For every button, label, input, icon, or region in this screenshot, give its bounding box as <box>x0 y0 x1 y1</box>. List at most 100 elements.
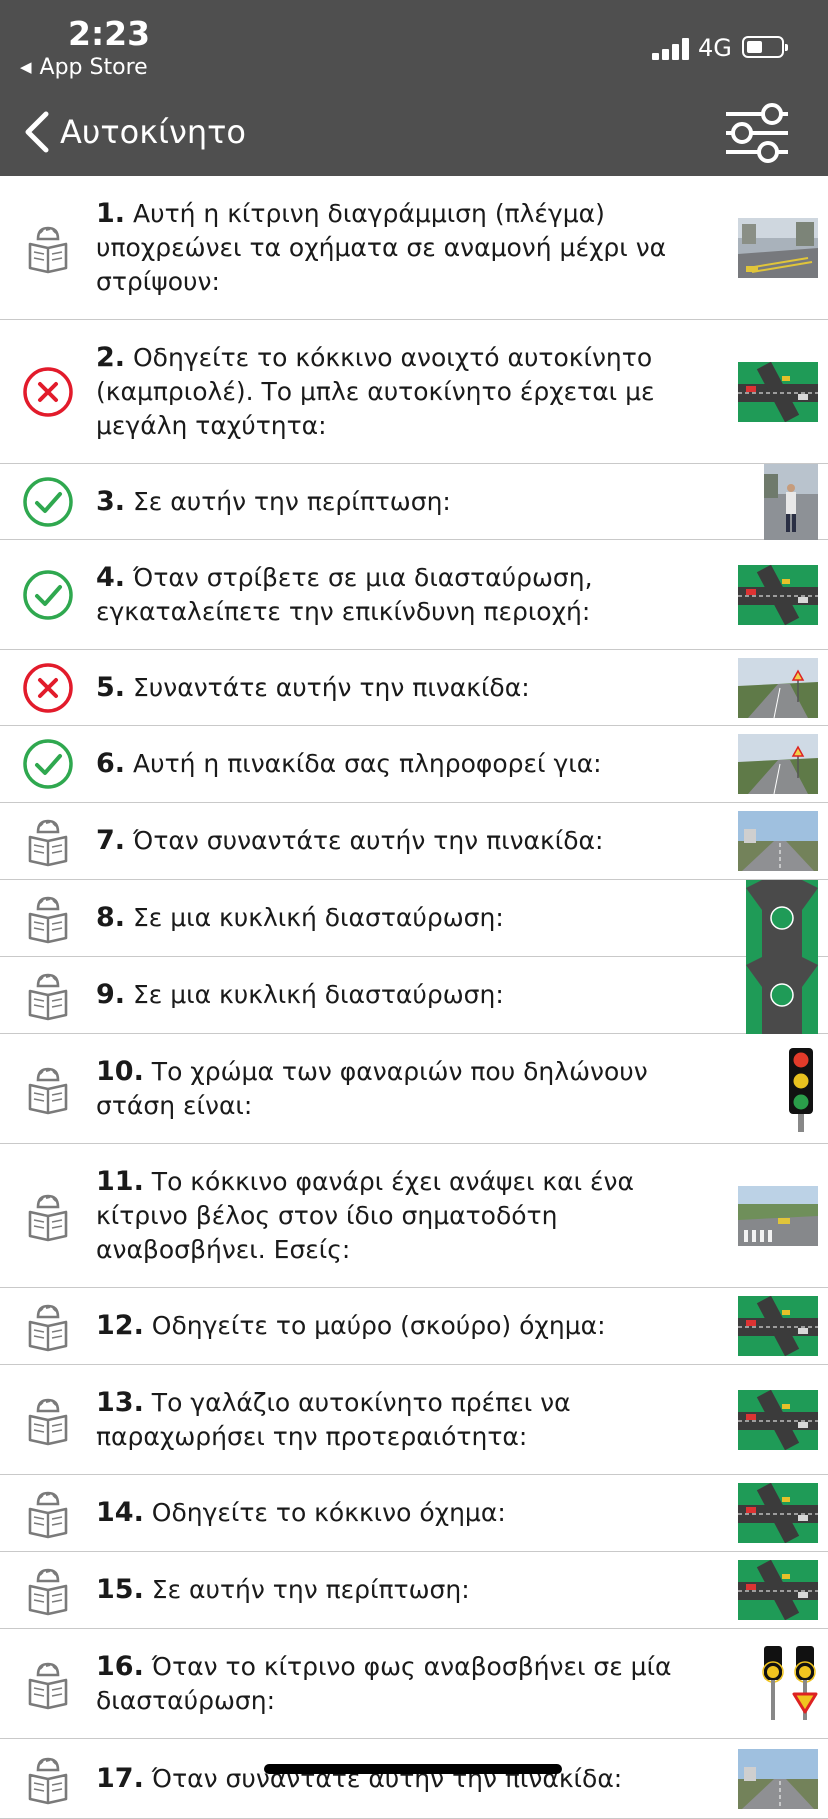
question-row[interactable]: 17. Όταν συναντάτε αυτήν την πινακίδα: <box>0 1739 828 1819</box>
question-row[interactable]: 2. Οδηγείτε το κόκκινο ανοιχτό αυτοκίνητ… <box>0 320 828 464</box>
question-text: 15. Σε αυτήν την περίπτωση: <box>96 1573 716 1607</box>
question-body: Σε μια κυκλική διασταύρωση: <box>133 980 504 1009</box>
intersection-diagram-thumbnail <box>738 564 818 625</box>
question-body: Σε αυτήν την περίπτωση: <box>133 486 451 516</box>
question-row[interactable]: 7. Όταν συναντάτε αυτήν την πινακίδα: <box>0 803 828 880</box>
question-row[interactable]: 1. Αυτή η κίτρινη διαγράμμιση (πλέγμα) υ… <box>0 176 828 320</box>
question-body: Οδηγείτε το κόκκινο όχημα: <box>151 1498 506 1527</box>
question-body: Σε αυτήν την περίπτωση: <box>151 1575 470 1604</box>
question-text: 10. Το χρώμα των φαναριών που δηλώνουν σ… <box>96 1055 716 1123</box>
question-text: 8. Σε μια κυκλική διασταύρωση: <box>96 901 716 935</box>
question-number: 16. <box>96 1650 144 1682</box>
question-number: 10. <box>96 1055 144 1087</box>
question-body: Αυτή η κίτρινη διαγράμμιση (πλέγμα) υποχ… <box>96 198 667 296</box>
intersection-diagram-thumbnail <box>738 1559 818 1621</box>
question-number: 14. <box>96 1497 144 1528</box>
correct-check-icon <box>22 738 74 790</box>
status-time: 2:23 <box>68 14 151 53</box>
home-indicator <box>264 1764 562 1774</box>
wrong-x-icon <box>22 366 74 418</box>
question-row[interactable]: 12. Οδηγείτε το μαύρο (σκούρο) όχημα: <box>0 1288 828 1365</box>
question-body: Οδηγείτε το μαύρο (σκούρο) όχημα: <box>151 1311 606 1340</box>
question-row[interactable]: 5. Συναντάτε αυτήν την πινακίδα: <box>0 650 828 726</box>
question-body: Οδηγείτε το κόκκινο ανοιχτό αυτοκίνητο (… <box>96 342 655 440</box>
wrong-x-icon <box>22 662 74 714</box>
question-row[interactable]: 15. Σε αυτήν την περίπτωση: <box>0 1552 828 1629</box>
question-text: 13. Το γαλάζιο αυτοκίνητο πρέπει να παρα… <box>96 1386 716 1454</box>
road-photo-thumbnail <box>738 1748 818 1809</box>
reading-person-icon <box>22 892 74 944</box>
back-app-label: App Store <box>39 55 148 80</box>
reading-person-icon <box>22 1564 74 1616</box>
cellular-signal-icon <box>652 38 692 60</box>
question-text: 2. Οδηγείτε το κόκκινο ανοιχτό αυτοκίνητ… <box>96 341 716 443</box>
reading-person-icon <box>22 1300 74 1352</box>
question-number: 13. <box>96 1386 144 1418</box>
question-number: 5. <box>96 671 126 703</box>
road-photo-thumbnail <box>738 811 818 871</box>
flashing-lights-icon-thumbnail <box>758 1644 818 1724</box>
intersection-diagram-thumbnail <box>738 1295 818 1357</box>
question-row[interactable]: 9. Σε μια κυκλική διασταύρωση: <box>0 956 828 1034</box>
question-row[interactable]: 14. Οδηγείτε το κόκκινο όχημα: <box>0 1475 828 1552</box>
road-sign-photo-thumbnail <box>738 734 818 795</box>
intersection-diagram-thumbnail <box>738 1482 818 1544</box>
chevron-left-icon[interactable] <box>22 110 54 154</box>
back-to-app-link[interactable]: ◀ App Store <box>20 55 148 80</box>
battery-icon <box>742 36 788 58</box>
intersection-diagram-thumbnail <box>738 1389 818 1450</box>
intersection-diagram-thumbnail <box>738 361 818 422</box>
question-number: 4. <box>96 561 126 593</box>
question-text: 12. Οδηγείτε το μαύρο (σκούρο) όχημα: <box>96 1309 716 1343</box>
question-body: Σε μια κυκλική διασταύρωση: <box>133 903 504 932</box>
question-number: 11. <box>96 1165 144 1197</box>
question-number: 6. <box>96 748 126 779</box>
question-text: 16. Όταν το κίτρινο φως αναβοσβήνει σε μ… <box>96 1650 716 1718</box>
filter-sliders-icon[interactable] <box>722 100 792 166</box>
question-body: Το γαλάζιο αυτοκίνητο πρέπει να παραχωρή… <box>96 1387 571 1451</box>
correct-check-icon <box>22 476 74 528</box>
question-number: 3. <box>96 485 126 517</box>
question-body: Όταν στρίβετε σε μια διασταύρωση, εγκατα… <box>96 562 593 626</box>
reading-person-icon <box>22 1753 74 1805</box>
question-row[interactable]: 11. Το κόκκινο φανάρι έχει ανάψει και έν… <box>0 1144 828 1288</box>
question-text: 11. Το κόκκινο φανάρι έχει ανάψει και έν… <box>96 1165 716 1267</box>
reading-person-icon <box>22 1658 74 1710</box>
question-number: 9. <box>96 979 126 1010</box>
question-row[interactable]: 13. Το γαλάζιο αυτοκίνητο πρέπει να παρα… <box>0 1365 828 1475</box>
question-row[interactable]: 8. Σε μια κυκλική διασταύρωση: <box>0 879 828 957</box>
reading-person-icon <box>22 815 74 867</box>
question-text: 4. Όταν στρίβετε σε μια διασταύρωση, εγκ… <box>96 561 716 629</box>
question-row[interactable]: 10. Το χρώμα των φαναριών που δηλώνουν σ… <box>0 1034 828 1144</box>
traffic-officer-photo-thumbnail <box>764 463 818 540</box>
question-text: 14. Οδηγείτε το κόκκινο όχημα: <box>96 1496 716 1530</box>
question-row[interactable]: 3. Σε αυτήν την περίπτωση: <box>0 463 828 540</box>
correct-check-icon <box>22 569 74 621</box>
question-text: 3. Σε αυτήν την περίπτωση: <box>96 485 716 519</box>
status-bar: 2:23 ◀ App Store 4G <box>0 0 828 92</box>
question-body: Όταν το κίτρινο φως αναβοσβήνει σε μία δ… <box>96 1651 672 1715</box>
reading-person-icon <box>22 1190 74 1242</box>
question-body: Το κόκκινο φανάρι έχει ανάψει και ένα κί… <box>96 1166 634 1264</box>
question-body: Όταν συναντάτε αυτήν την πινακίδα: <box>133 826 604 855</box>
question-text: 1. Αυτή η κίτρινη διαγράμμιση (πλέγμα) υ… <box>96 197 716 299</box>
question-text: 5. Συναντάτε αυτήν την πινακίδα: <box>96 671 716 705</box>
question-row[interactable]: 16. Όταν το κίτρινο φως αναβοσβήνει σε μ… <box>0 1629 828 1739</box>
question-body: Το χρώμα των φαναριών που δηλώνουν στάση… <box>96 1056 648 1120</box>
question-row[interactable]: 6. Αυτή η πινακίδα σας πληροφορεί για: <box>0 726 828 803</box>
reading-person-icon <box>22 1394 74 1446</box>
question-number: 1. <box>96 197 126 229</box>
city-street-photo-thumbnail <box>738 217 818 278</box>
road-sign-photo-thumbnail <box>738 657 818 718</box>
question-number: 8. <box>96 902 126 933</box>
nav-back-title[interactable]: Αυτοκίνητο <box>60 110 246 154</box>
navigation-bar: Αυτοκίνητο <box>0 92 828 176</box>
question-text: 6. Αυτή η πινακίδα σας πληροφορεί για: <box>96 747 716 781</box>
reading-person-icon <box>22 1063 74 1115</box>
question-body: Αυτή η πινακίδα σας πληροφορεί για: <box>133 749 602 778</box>
question-list: 1. Αυτή η κίτρινη διαγράμμιση (πλέγμα) υ… <box>0 176 828 1819</box>
question-number: 2. <box>96 341 126 373</box>
question-number: 7. <box>96 825 126 856</box>
question-row[interactable]: 4. Όταν στρίβετε σε μια διασταύρωση, εγκ… <box>0 540 828 650</box>
question-body: Συναντάτε αυτήν την πινακίδα: <box>133 672 530 702</box>
